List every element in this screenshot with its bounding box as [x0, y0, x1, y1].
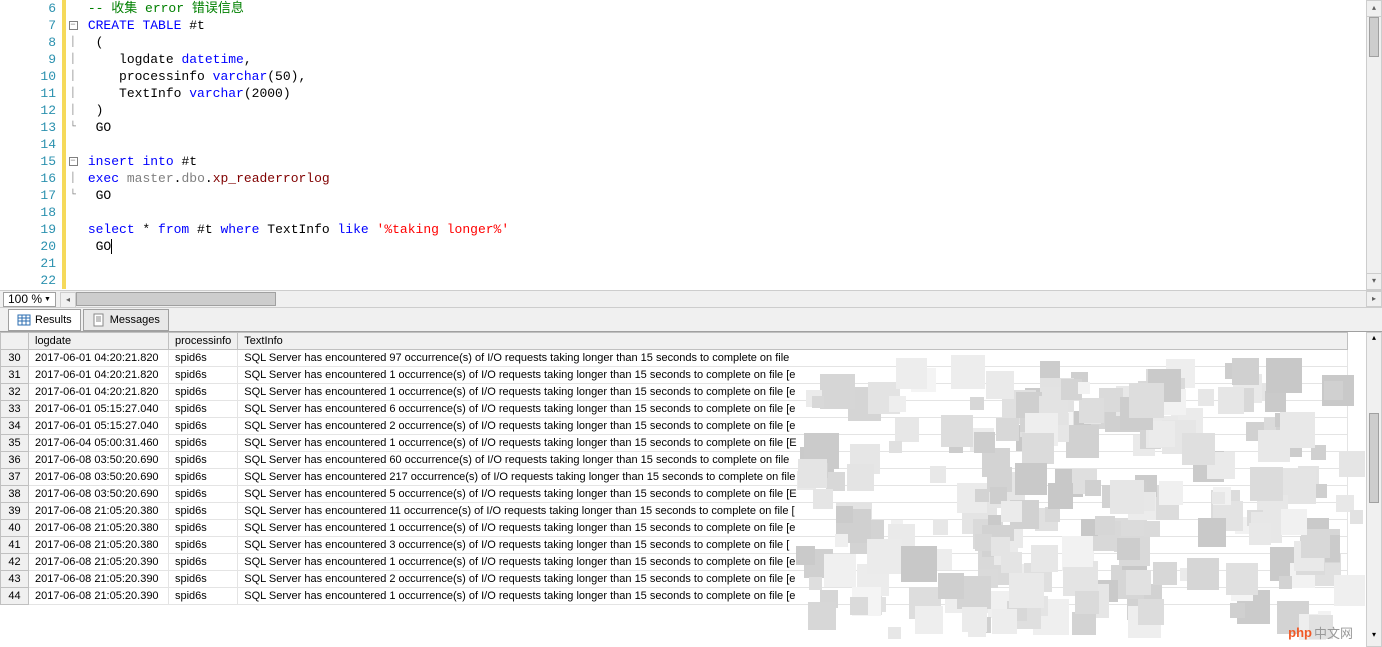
- cell[interactable]: spid6s: [169, 384, 238, 401]
- line-number-gutter: 678910111213141516171819202122: [0, 0, 62, 289]
- scrollbar-thumb[interactable]: [76, 292, 276, 306]
- column-header[interactable]: TextInfo: [238, 333, 1348, 350]
- tab-label: Messages: [110, 314, 160, 326]
- document-icon: [92, 313, 106, 327]
- cell[interactable]: 2017-06-08 03:50:20.690: [29, 469, 169, 486]
- code-text[interactable]: -- 收集 error 错误信息 CREATE TABLE #t ( logda…: [80, 0, 1366, 289]
- grid-vertical-scrollbar[interactable]: ▴ ▾: [1366, 332, 1382, 647]
- zoom-dropdown[interactable]: 100 % ▼: [3, 292, 56, 307]
- cell[interactable]: spid6s: [169, 350, 238, 367]
- fold-column[interactable]: −│││││└−│└: [66, 0, 80, 289]
- scroll-up-icon[interactable]: ▴: [1367, 1, 1381, 17]
- column-header[interactable]: logdate: [29, 333, 169, 350]
- row-header[interactable]: 42: [1, 554, 29, 571]
- cell[interactable]: 2017-06-01 04:20:21.820: [29, 350, 169, 367]
- tab-label: Results: [35, 314, 72, 326]
- tab-messages[interactable]: Messages: [83, 309, 169, 331]
- scrollbar-thumb[interactable]: [1369, 17, 1379, 57]
- cell[interactable]: 2017-06-08 03:50:20.690: [29, 452, 169, 469]
- cell[interactable]: 2017-06-08 21:05:20.380: [29, 537, 169, 554]
- cell[interactable]: 2017-06-01 04:20:21.820: [29, 367, 169, 384]
- row-header[interactable]: 41: [1, 537, 29, 554]
- cell[interactable]: spid6s: [169, 588, 238, 605]
- code-editor[interactable]: 678910111213141516171819202122 −│││││└−│…: [0, 0, 1382, 290]
- scrollbar-thumb[interactable]: [1369, 413, 1379, 503]
- cell[interactable]: spid6s: [169, 520, 238, 537]
- cell[interactable]: spid6s: [169, 537, 238, 554]
- chevron-down-icon: ▼: [44, 296, 51, 303]
- cell[interactable]: spid6s: [169, 452, 238, 469]
- row-header[interactable]: 30: [1, 350, 29, 367]
- cell[interactable]: 2017-06-08 21:05:20.380: [29, 503, 169, 520]
- scroll-right-icon[interactable]: ▸: [1366, 291, 1382, 307]
- scroll-left-icon[interactable]: ◂: [60, 292, 76, 308]
- row-header[interactable]: 44: [1, 588, 29, 605]
- editor-horizontal-scrollbar[interactable]: ◂ ▸: [60, 291, 1382, 307]
- cell[interactable]: 2017-06-01 05:15:27.040: [29, 401, 169, 418]
- cell[interactable]: spid6s: [169, 418, 238, 435]
- row-header[interactable]: 32: [1, 384, 29, 401]
- table-icon: [17, 313, 31, 327]
- scroll-down-icon[interactable]: ▾: [1367, 630, 1381, 646]
- cell[interactable]: spid6s: [169, 401, 238, 418]
- cell[interactable]: 2017-06-08 03:50:20.690: [29, 486, 169, 503]
- fold-toggle[interactable]: −: [69, 21, 78, 30]
- cell[interactable]: 2017-06-01 04:20:21.820: [29, 384, 169, 401]
- cell[interactable]: spid6s: [169, 503, 238, 520]
- cell[interactable]: 2017-06-08 21:05:20.390: [29, 571, 169, 588]
- row-header[interactable]: 34: [1, 418, 29, 435]
- redacted-area: [795, 355, 1366, 641]
- row-header[interactable]: 31: [1, 367, 29, 384]
- cell[interactable]: spid6s: [169, 367, 238, 384]
- row-header[interactable]: 35: [1, 435, 29, 452]
- row-header[interactable]: 37: [1, 469, 29, 486]
- row-header[interactable]: 43: [1, 571, 29, 588]
- row-header[interactable]: 38: [1, 486, 29, 503]
- tab-results[interactable]: Results: [8, 309, 81, 331]
- cell[interactable]: 2017-06-04 05:00:31.460: [29, 435, 169, 452]
- row-header[interactable]: 39: [1, 503, 29, 520]
- column-header[interactable]: [1, 333, 29, 350]
- cell[interactable]: spid6s: [169, 486, 238, 503]
- fold-toggle[interactable]: −: [69, 157, 78, 166]
- cell[interactable]: spid6s: [169, 571, 238, 588]
- row-header[interactable]: 40: [1, 520, 29, 537]
- cell[interactable]: 2017-06-08 21:05:20.380: [29, 520, 169, 537]
- cell[interactable]: spid6s: [169, 469, 238, 486]
- cell[interactable]: 2017-06-01 05:15:27.040: [29, 418, 169, 435]
- cell[interactable]: 2017-06-08 21:05:20.390: [29, 588, 169, 605]
- cell[interactable]: spid6s: [169, 554, 238, 571]
- zoom-value: 100 %: [8, 292, 42, 306]
- editor-footer: 100 % ▼ ◂ ▸: [0, 290, 1382, 308]
- row-header[interactable]: 36: [1, 452, 29, 469]
- cell[interactable]: 2017-06-08 21:05:20.390: [29, 554, 169, 571]
- scroll-down-icon[interactable]: ▾: [1367, 273, 1381, 289]
- cell[interactable]: spid6s: [169, 435, 238, 452]
- editor-vertical-scrollbar[interactable]: ▴ ▾: [1366, 0, 1382, 290]
- scroll-up-icon[interactable]: ▴: [1367, 333, 1381, 349]
- column-header[interactable]: processinfo: [169, 333, 238, 350]
- results-tabs: Results Messages: [0, 308, 1382, 332]
- row-header[interactable]: 33: [1, 401, 29, 418]
